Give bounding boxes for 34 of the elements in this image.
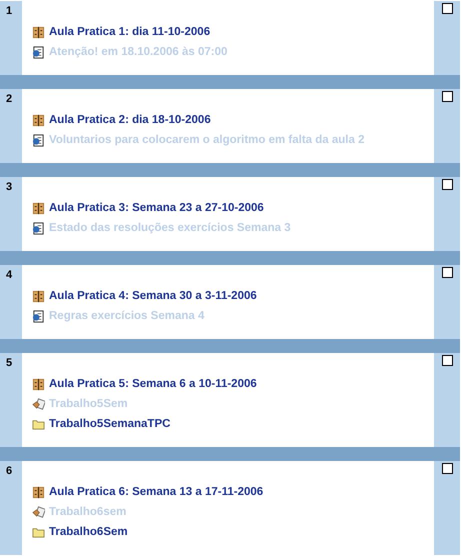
- checkbox[interactable]: [442, 3, 452, 14]
- checkbox[interactable]: [442, 267, 452, 278]
- book-icon: [32, 378, 45, 390]
- resource-link[interactable]: Trabalho6Sem: [49, 526, 128, 538]
- folder-icon: [32, 526, 45, 538]
- book-icon: [32, 486, 45, 498]
- section-number: 1: [5, 5, 14, 17]
- checkbox[interactable]: [442, 179, 452, 190]
- document-icon: [32, 222, 45, 234]
- resource-link[interactable]: Trabalho5SemanaTPC: [49, 418, 170, 430]
- resource-link[interactable]: Aula Pratica 4: Semana 30 a 3-11-2006: [49, 290, 257, 302]
- document-icon: [32, 46, 45, 58]
- book-icon: [32, 290, 45, 302]
- hand-paper-icon: [32, 398, 45, 410]
- document-icon: [32, 134, 45, 146]
- resource-link[interactable]: Aula Pratica 2: dia 18-10-2006: [49, 114, 211, 126]
- checkbox[interactable]: [442, 355, 452, 366]
- section-number: 3: [5, 181, 14, 193]
- book-icon: [32, 202, 45, 214]
- hand-paper-icon: [32, 506, 45, 518]
- section-number: 5: [5, 357, 14, 369]
- section-number: 2: [5, 93, 14, 105]
- checkbox[interactable]: [442, 91, 452, 102]
- book-icon: [32, 114, 45, 126]
- section-number: 6: [5, 465, 14, 477]
- resource-link[interactable]: Aula Pratica 6: Semana 13 a 17-11-2006: [49, 486, 264, 498]
- book-icon: [32, 26, 45, 38]
- folder-icon: [32, 418, 45, 430]
- checkbox[interactable]: [442, 463, 452, 474]
- document-icon: [32, 310, 45, 322]
- resource-link[interactable]: Aula Pratica 1: dia 11-10-2006: [49, 26, 210, 38]
- resource-link[interactable]: Aula Pratica 5: Semana 6 a 10-11-2006: [49, 378, 257, 390]
- resource-link[interactable]: Aula Pratica 3: Semana 23 a 27-10-2006: [49, 202, 264, 214]
- section-number: 4: [5, 269, 14, 281]
